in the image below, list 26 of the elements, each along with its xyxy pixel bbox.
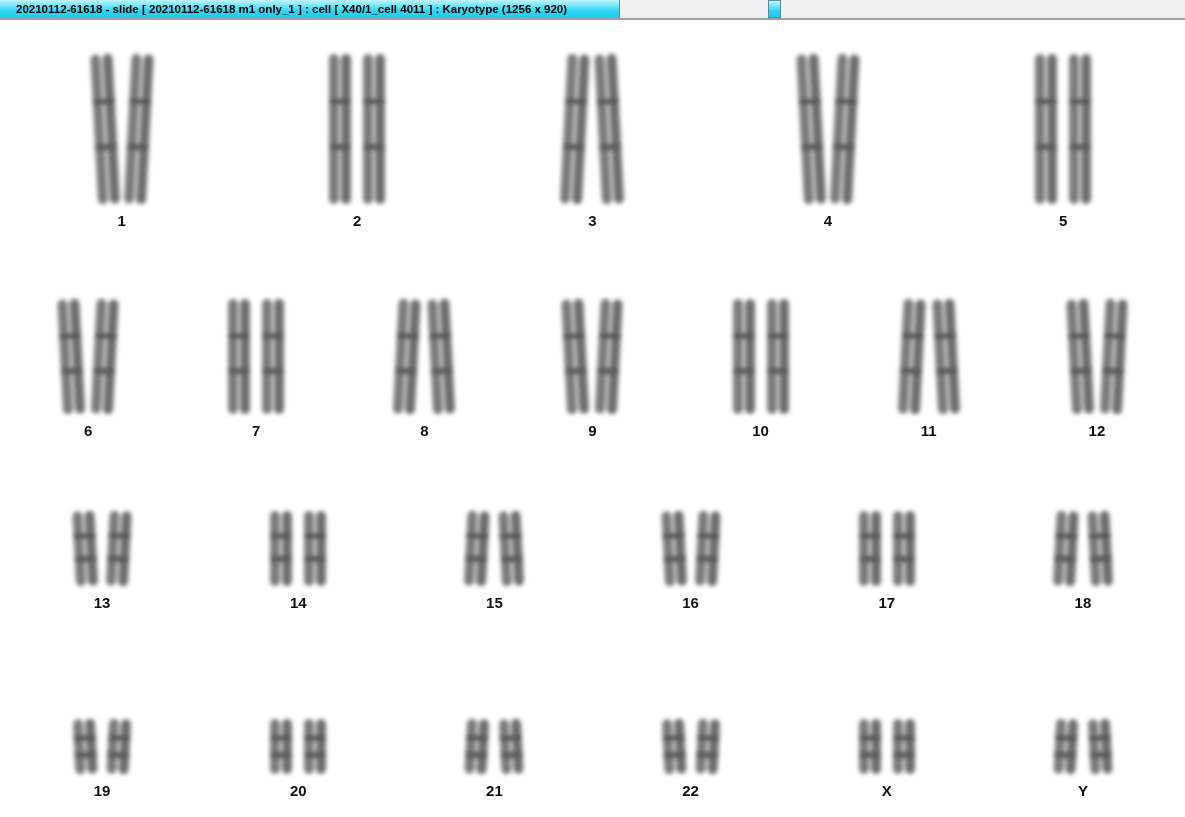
chromosome-number: 18 <box>1074 594 1092 612</box>
chromosome-number: 15 <box>486 594 503 612</box>
chromosome-number: 16 <box>682 594 699 612</box>
chromosome-number: Y <box>1077 782 1088 800</box>
chromosome-number: 11 <box>920 422 937 440</box>
chromosome-number: 20 <box>289 782 307 800</box>
chromosome-number: 13 <box>93 594 111 612</box>
chromosome-number: 3 <box>588 212 597 230</box>
chromosome-number: 1 <box>117 212 126 230</box>
chromosome-number: 12 <box>1088 422 1106 440</box>
chromosome-number: 10 <box>752 422 769 440</box>
chromosome-number: 22 <box>682 782 699 800</box>
chromosome-number: 4 <box>823 212 833 230</box>
chromosome-number: 6 <box>83 422 93 440</box>
chromosome-number: X <box>881 782 892 800</box>
chromosome-number: 5 <box>1059 212 1068 230</box>
chromosome-number: 8 <box>420 422 429 440</box>
chromosome-number: 2 <box>352 212 362 230</box>
chromosome-number: 19 <box>93 782 111 800</box>
chromosome-number: 9 <box>588 422 597 440</box>
window-title: 20210112-61618 - slide [ 20210112-61618 m1 only_1 ] : cell [ X40/1_cell 4011 ] : Karyotype (1256 x 920) <box>0 0 620 18</box>
scroll-thumb[interactable] <box>768 0 781 18</box>
chromosome-number: 7 <box>252 422 261 440</box>
chromosome-number: 21 <box>486 782 503 800</box>
chromosome-number: 14 <box>289 594 307 612</box>
chromosome-number: 17 <box>878 594 896 612</box>
